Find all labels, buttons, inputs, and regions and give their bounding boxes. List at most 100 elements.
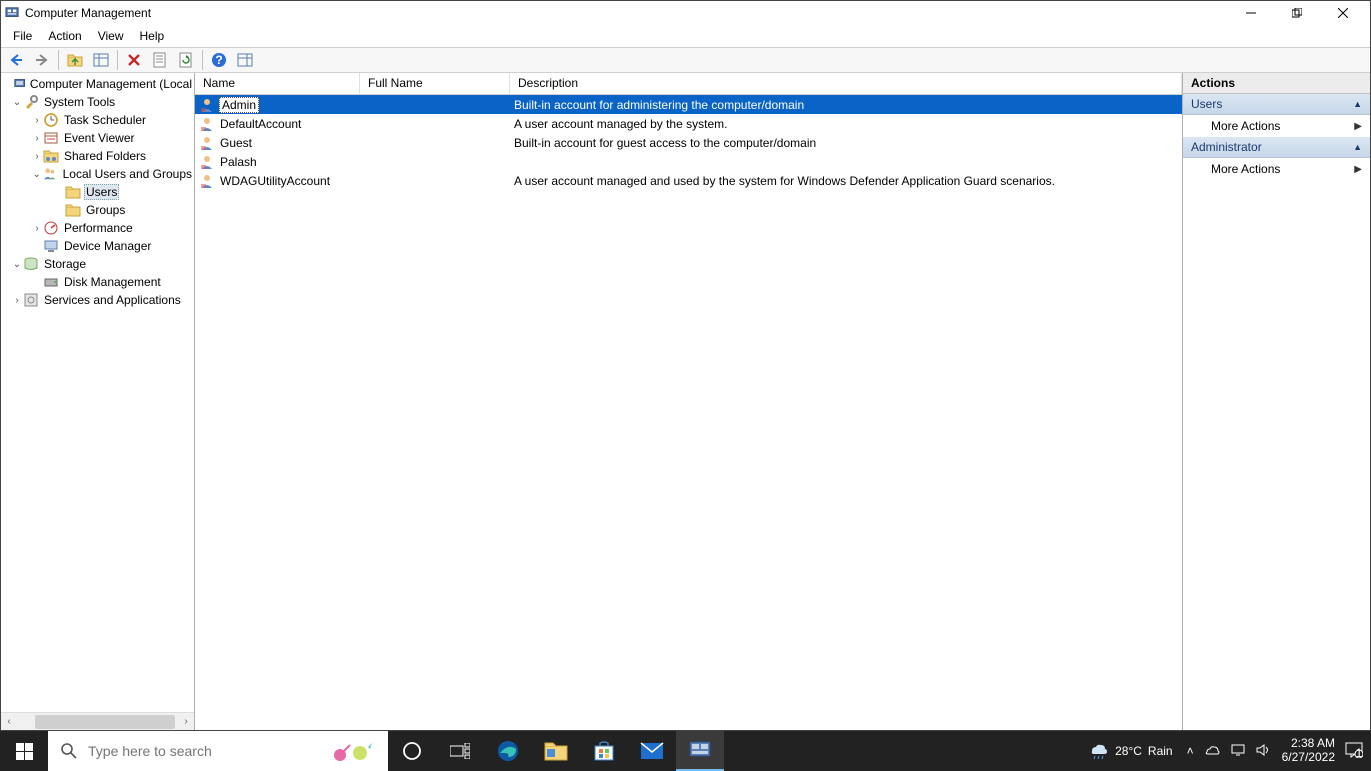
show-hide-action-pane-button[interactable] — [233, 49, 257, 71]
user-description: Built-in account for guest access to the… — [510, 136, 1182, 150]
user-name: Guest — [218, 136, 254, 150]
user-name: Palash — [218, 155, 259, 169]
tree-groups[interactable]: Groups — [1, 201, 194, 219]
tray-onedrive-icon[interactable] — [1204, 744, 1220, 759]
user-row[interactable]: Guest Built-in account for guest access t… — [195, 133, 1182, 152]
user-icon — [199, 116, 215, 132]
taskbar: 28°C Rain ˄ 2:38 AM 6/27/2022 1 — [0, 731, 1371, 771]
help-button[interactable]: ? — [207, 49, 231, 71]
user-name: DefaultAccount — [218, 117, 303, 131]
user-name: WDAGUtilityAccount — [218, 174, 332, 188]
tray-volume-icon[interactable] — [1256, 743, 1272, 760]
tree-system-tools[interactable]: ⌄System Tools — [1, 93, 194, 111]
actions-pane: Actions Users▲ More Actions▶ Administrat… — [1183, 73, 1370, 730]
edge-icon[interactable] — [484, 731, 532, 771]
tree-users[interactable]: Users — [1, 183, 194, 201]
services-apps-icon — [23, 292, 39, 308]
svg-text:1: 1 — [1356, 746, 1363, 758]
tree-storage[interactable]: ⌄Storage — [1, 255, 194, 273]
tree-performance[interactable]: ›Performance — [1, 219, 194, 237]
folder-icon — [65, 202, 81, 218]
weather-icon — [1087, 740, 1109, 762]
refresh-button[interactable] — [174, 49, 198, 71]
user-icon — [199, 135, 215, 151]
cortana-button[interactable] — [388, 731, 436, 771]
taskbar-clock[interactable]: 2:38 AM 6/27/2022 — [1282, 737, 1335, 765]
storage-icon — [23, 256, 39, 272]
local-users-icon — [42, 166, 57, 182]
system-tools-icon — [23, 94, 39, 110]
tree-task-scheduler[interactable]: ›Task Scheduler — [1, 111, 194, 129]
column-name[interactable]: Name — [195, 73, 360, 94]
menu-help[interactable]: Help — [132, 27, 173, 45]
user-row[interactable]: DefaultAccount A user account managed by … — [195, 114, 1182, 133]
column-full-name[interactable]: Full Name — [360, 73, 510, 94]
user-description: Built-in account for administering the c… — [510, 98, 1182, 112]
actions-group-administrator[interactable]: Administrator▲ — [1183, 137, 1370, 158]
menu-action[interactable]: Action — [40, 27, 89, 45]
search-highlight-icon — [332, 739, 376, 763]
user-icon — [199, 97, 215, 113]
chevron-right-icon: ▶ — [1354, 164, 1362, 175]
menu-file[interactable]: File — [5, 27, 40, 45]
performance-icon — [43, 220, 59, 236]
computer-management-icon — [14, 76, 25, 92]
clock-time: 2:38 AM — [1282, 737, 1335, 751]
user-row[interactable]: AdminBuilt-in account for administering … — [195, 95, 1182, 114]
actions-title: Actions — [1183, 73, 1370, 94]
mail-icon[interactable] — [628, 731, 676, 771]
tray-chevron-icon[interactable]: ˄ — [1187, 744, 1194, 758]
up-folder-button[interactable] — [63, 49, 87, 71]
forward-button[interactable] — [30, 49, 54, 71]
start-button[interactable] — [0, 731, 48, 771]
show-hide-console-button[interactable] — [89, 49, 113, 71]
tree-services-apps[interactable]: ›Services and Applications — [1, 291, 194, 309]
list-header: Name Full Name Description — [195, 73, 1182, 95]
delete-button[interactable] — [122, 49, 146, 71]
user-description: A user account managed and used by the s… — [510, 174, 1182, 188]
actions-more-users[interactable]: More Actions▶ — [1183, 115, 1370, 137]
task-view-button[interactable] — [436, 731, 484, 771]
tree-root[interactable]: Computer Management (Local — [1, 75, 194, 93]
microsoft-store-icon[interactable] — [580, 731, 628, 771]
folder-icon — [65, 184, 81, 200]
tree-horizontal-scrollbar[interactable]: ‹› — [1, 712, 194, 730]
minimize-button[interactable] — [1228, 1, 1274, 25]
event-viewer-icon — [43, 130, 59, 146]
clock-date: 6/27/2022 — [1282, 751, 1335, 765]
weather-cond: Rain — [1148, 744, 1173, 758]
properties-button[interactable] — [148, 49, 172, 71]
user-description: A user account managed by the system. — [510, 117, 1182, 131]
taskbar-weather[interactable]: 28°C Rain — [1087, 740, 1179, 762]
chevron-right-icon: ▶ — [1354, 121, 1362, 132]
back-button[interactable] — [4, 49, 28, 71]
system-tray[interactable]: ˄ 2:38 AM 6/27/2022 1 — [1179, 737, 1371, 765]
svg-text:?: ? — [215, 53, 222, 67]
column-description[interactable]: Description — [510, 73, 1182, 94]
search-icon — [60, 742, 78, 760]
task-scheduler-icon — [43, 112, 59, 128]
taskbar-search-input[interactable] — [88, 743, 322, 759]
user-icon — [199, 154, 215, 170]
notifications-icon[interactable]: 1 — [1345, 742, 1363, 761]
user-row[interactable]: Palash — [195, 152, 1182, 171]
user-row[interactable]: WDAGUtilityAccount A user account managed… — [195, 171, 1182, 190]
close-button[interactable] — [1320, 1, 1366, 25]
actions-group-users[interactable]: Users▲ — [1183, 94, 1370, 115]
tree-local-users-groups[interactable]: ⌄Local Users and Groups — [1, 165, 194, 183]
maximize-button[interactable] — [1274, 1, 1320, 25]
menu-view[interactable]: View — [90, 27, 132, 45]
shared-folders-icon — [43, 148, 59, 164]
app-icon — [5, 6, 19, 20]
file-explorer-icon[interactable] — [532, 731, 580, 771]
window-title: Computer Management — [25, 6, 151, 20]
computer-management-taskbar-icon[interactable] — [676, 731, 724, 771]
tree-device-manager[interactable]: Device Manager — [1, 237, 194, 255]
tree-shared-folders[interactable]: ›Shared Folders — [1, 147, 194, 165]
taskbar-search[interactable] — [48, 731, 388, 771]
tray-network-icon[interactable] — [1230, 743, 1246, 760]
actions-more-administrator[interactable]: More Actions▶ — [1183, 158, 1370, 180]
tree-disk-management[interactable]: Disk Management — [1, 273, 194, 291]
tree-pane: Computer Management (Local ⌄System Tools… — [1, 73, 195, 730]
tree-event-viewer[interactable]: ›Event Viewer — [1, 129, 194, 147]
